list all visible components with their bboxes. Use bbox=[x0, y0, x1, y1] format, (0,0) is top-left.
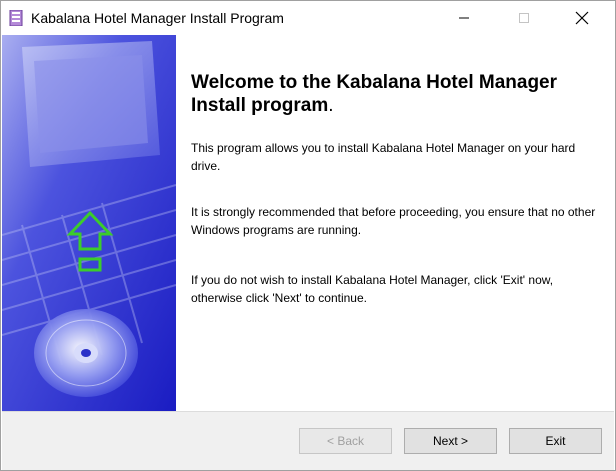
welcome-heading: Welcome to the Kabalana Hotel Manager In… bbox=[191, 71, 601, 117]
close-icon bbox=[575, 11, 589, 25]
close-button[interactable] bbox=[559, 1, 605, 35]
heading-period: . bbox=[328, 95, 334, 116]
window-title: Kabalana Hotel Manager Install Program bbox=[31, 10, 284, 26]
heading-text: Welcome to the Kabalana Hotel Manager In… bbox=[191, 72, 558, 116]
minimize-icon bbox=[459, 17, 469, 19]
intro-paragraph: This program allows you to install Kabal… bbox=[191, 141, 576, 173]
cd-disc-icon bbox=[34, 309, 138, 397]
maximize-button[interactable] bbox=[501, 1, 547, 35]
app-icon[interactable] bbox=[9, 9, 23, 27]
button-bar: < Back Next > Exit bbox=[2, 411, 614, 470]
welcome-content: Welcome to the Kabalana Hotel Manager In… bbox=[176, 35, 614, 411]
minimize-button[interactable] bbox=[441, 1, 487, 35]
side-banner-image bbox=[2, 35, 176, 411]
instruction-paragraph: If you do not wish to install Kabalana H… bbox=[191, 273, 554, 305]
maximize-icon bbox=[519, 13, 529, 23]
exit-button[interactable]: Exit bbox=[509, 428, 602, 454]
next-button[interactable]: Next > bbox=[404, 428, 497, 454]
title-bar[interactable]: Kabalana Hotel Manager Install Program bbox=[1, 1, 615, 35]
installer-window: Kabalana Hotel Manager Install Program W… bbox=[0, 0, 616, 471]
recommendation-paragraph: It is strongly recommended that before p… bbox=[191, 205, 596, 237]
back-button[interactable]: < Back bbox=[299, 428, 392, 454]
